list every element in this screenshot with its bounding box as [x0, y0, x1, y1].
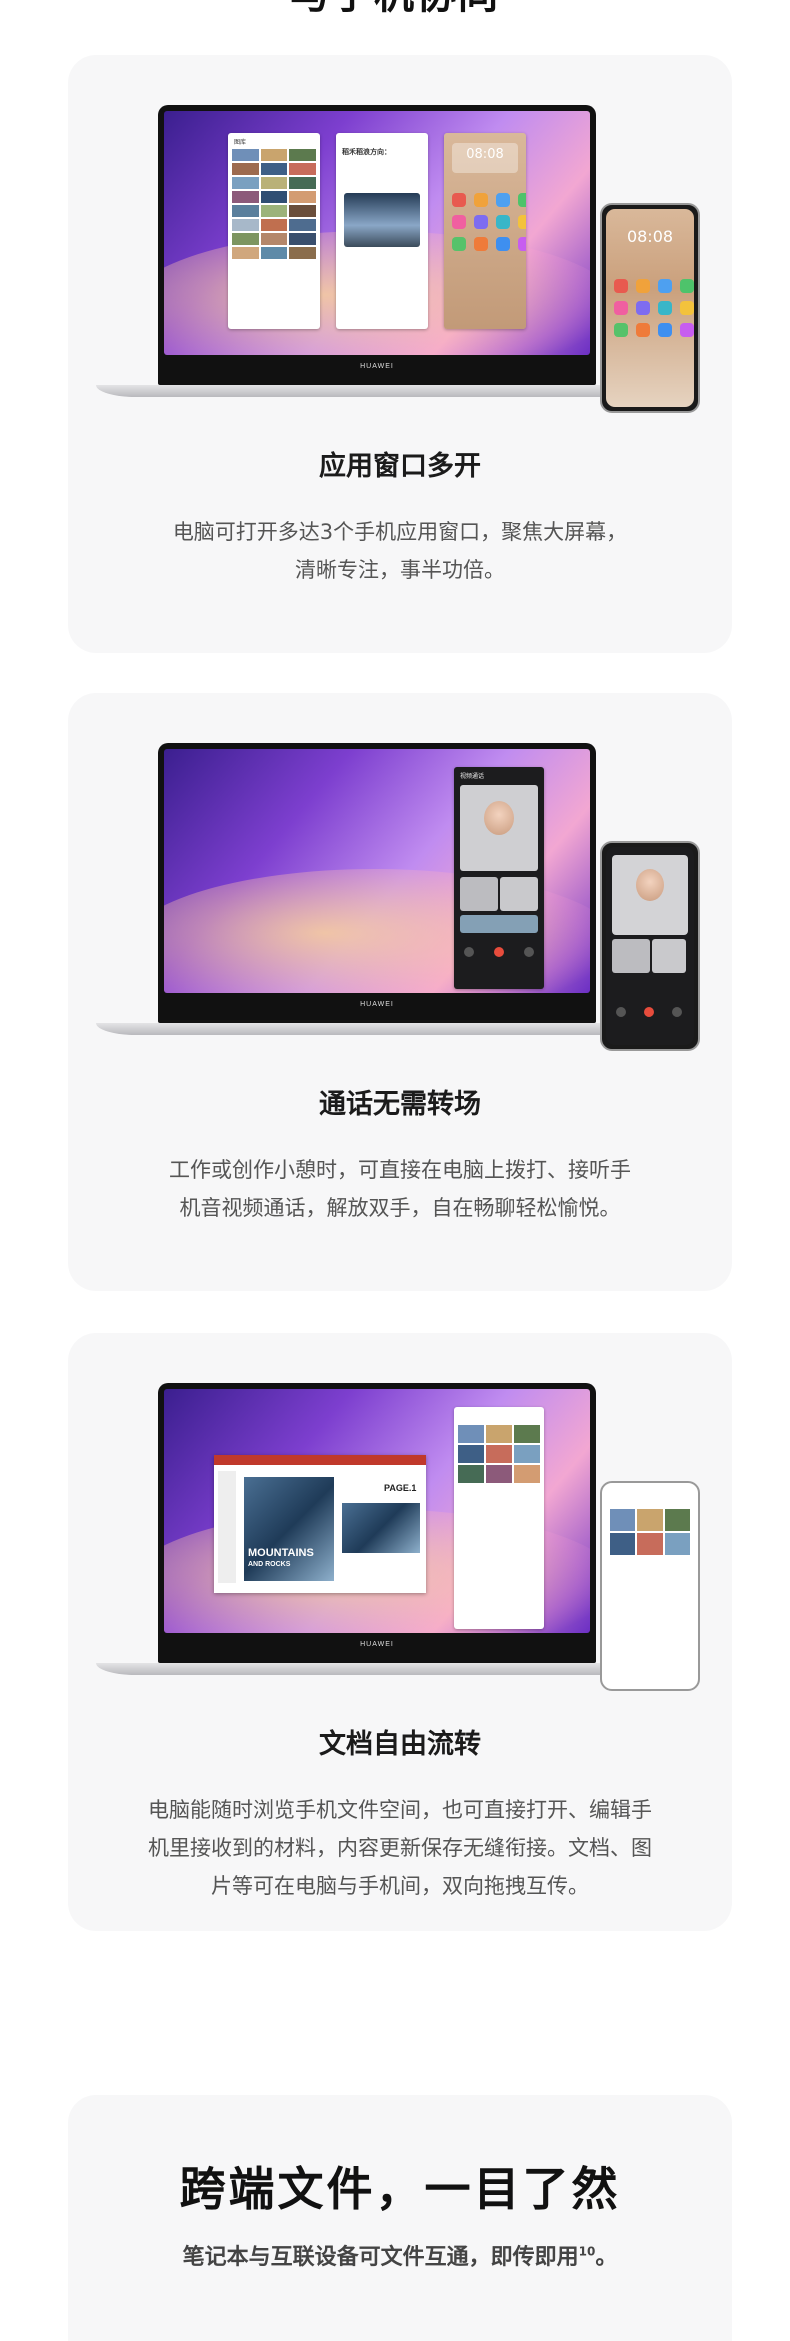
feature-card-multi-window: 图库 稻禾稻浪方向： 08:08 HUAWEI 08:08 应用窗口多开 电脑可…	[68, 55, 732, 653]
laptop-phone-illustration: 图库 稻禾稻浪方向： 08:08 HUAWEI 08:08	[68, 55, 732, 425]
presentation-window: MOUNTAINS AND ROCKS PAGE.1	[214, 1455, 426, 1593]
feature-description: 电脑可打开多达3个手机应用窗口，聚焦大屏幕， 清晰专注，事半功倍。	[172, 520, 628, 582]
laptop: 图库 稻禾稻浪方向： 08:08 HUAWEI	[158, 105, 596, 385]
phone-home-window: 08:08	[444, 133, 526, 329]
phone	[600, 841, 700, 1051]
laptop-base	[96, 1663, 658, 1675]
feature-description: 工作或创作小憩时，可直接在电脑上拨打、接听手 机音视频通话，解放双手，自在畅聊轻…	[169, 1158, 631, 1220]
laptop-phone-illustration: 视频通话 HUAWEI	[68, 693, 732, 1063]
section-title: 跨端文件，一目了然	[179, 2162, 621, 2216]
feature-title: 应用窗口多开	[319, 451, 481, 482]
laptop-base	[96, 385, 658, 397]
laptop-screen: 图库 稻禾稻浪方向： 08:08	[164, 111, 590, 355]
phone: 08:08	[600, 203, 700, 413]
phone	[600, 1481, 700, 1691]
laptop-brand: HUAWEI	[164, 993, 590, 1017]
laptop-brand: HUAWEI	[164, 355, 590, 379]
gallery-window: 图库	[228, 133, 320, 329]
laptop-screen: 视频通话	[164, 749, 590, 993]
laptop-screen: MOUNTAINS AND ROCKS PAGE.1	[164, 1389, 590, 1633]
feature-card-calls: 视频通话 HUAWEI 通话无需转场 工作或创作小憩时，可直接在电脑上拨打、接听…	[68, 693, 732, 1291]
section-file-sharing: 跨端文件，一目了然 笔记本与互联设备可文件互通，即传即用10。	[68, 2095, 732, 2341]
laptop: MOUNTAINS AND ROCKS PAGE.1 HUAWEI	[158, 1383, 596, 1663]
section-subtitle: 笔记本与互联设备可文件互通，即传即用10。	[182, 2244, 618, 2270]
laptop-brand: HUAWEI	[164, 1633, 590, 1657]
notes-window: 稻禾稻浪方向：	[336, 133, 428, 329]
feature-title: 通话无需转场	[319, 1089, 481, 1120]
feature-title: 文档自由流转	[319, 1729, 481, 1760]
footnote-marker[interactable]: 10	[579, 2245, 596, 2259]
video-call-window: 视频通话	[454, 767, 544, 989]
feature-card-documents: MOUNTAINS AND ROCKS PAGE.1 HUAWEI 文档自由流转…	[68, 1333, 732, 1931]
file-gallery-window	[454, 1407, 544, 1629]
laptop: 视频通话 HUAWEI	[158, 743, 596, 1023]
page-section-heading: 与手机协同	[0, 0, 790, 18]
feature-description: 电脑能随时浏览手机文件空间，也可直接打开、编辑手 机里接收到的材料，内容更新保存…	[148, 1798, 652, 1898]
laptop-phone-illustration: MOUNTAINS AND ROCKS PAGE.1 HUAWEI	[68, 1333, 732, 1703]
laptop-base	[96, 1023, 658, 1035]
